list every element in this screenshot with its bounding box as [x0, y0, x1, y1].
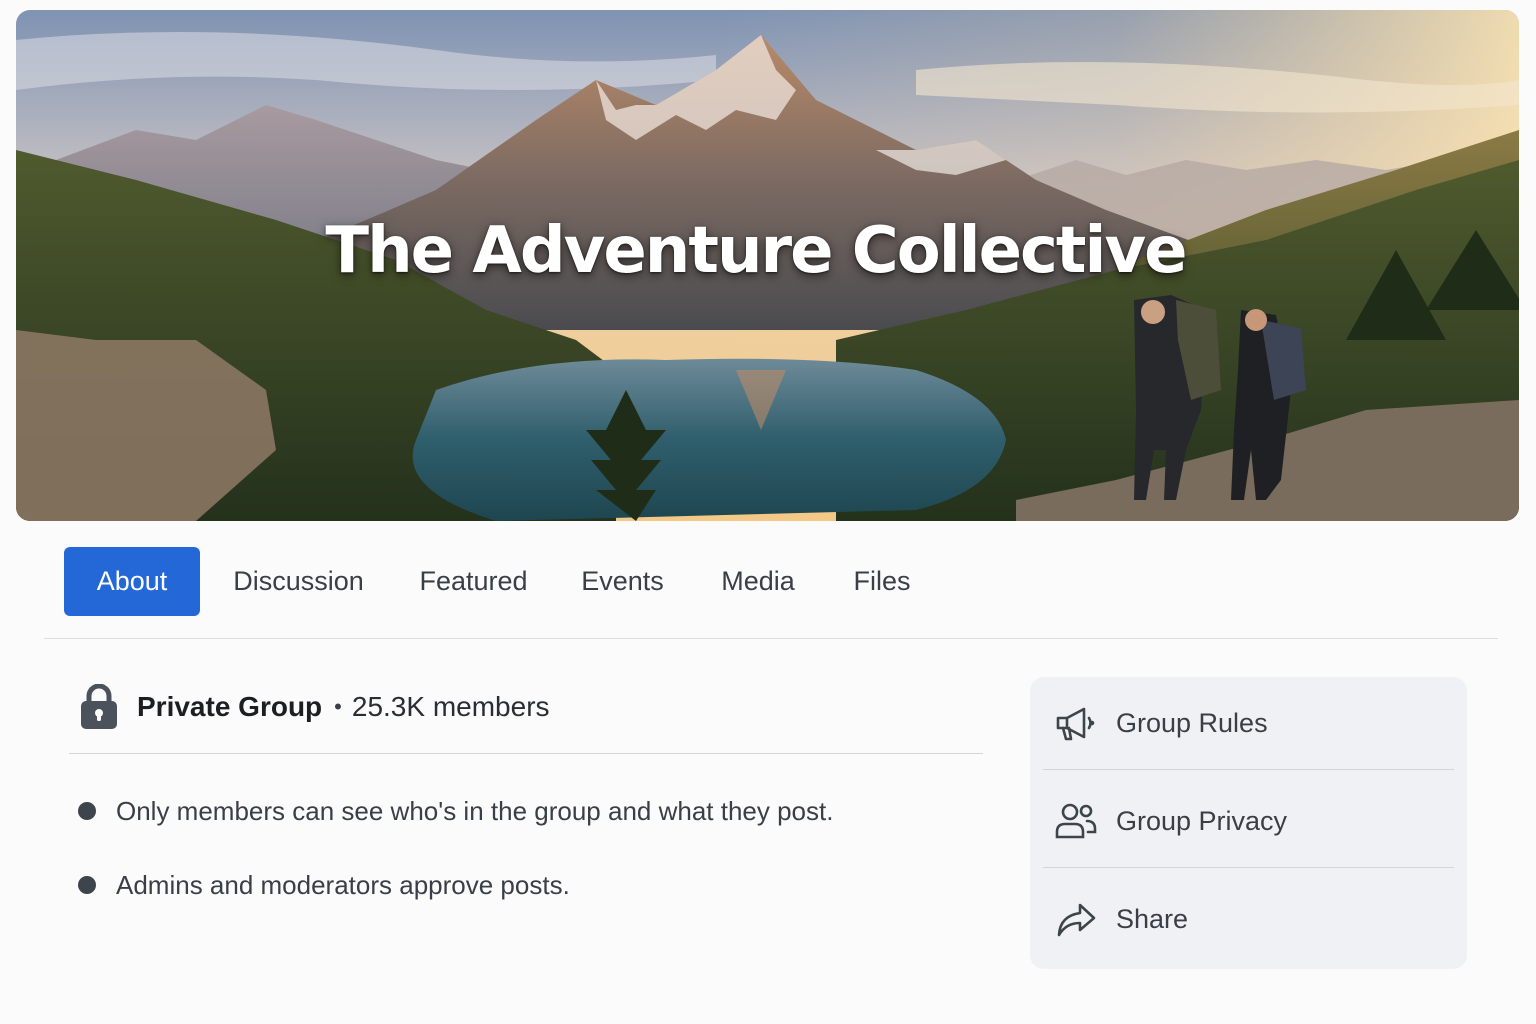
separator-dot: •	[334, 694, 342, 719]
share-arrow-icon	[1057, 903, 1096, 937]
member-count: 25.3K members	[351, 691, 550, 722]
group-title: The Adventure Collective	[325, 214, 1187, 288]
share-button[interactable]: Share	[1030, 873, 1467, 965]
group-privacy-label: Group Privacy	[1116, 805, 1288, 836]
panel-divider	[1043, 769, 1454, 770]
privacy-detail-text: Admins and moderators approve posts.	[116, 869, 570, 900]
list-item: Only members can see who's in the group …	[78, 790, 833, 832]
group-tabs: About Discussion Featured Events Media F…	[64, 547, 943, 616]
tabs-divider	[44, 638, 1498, 639]
panel-divider	[1043, 867, 1454, 868]
lock-icon	[81, 684, 117, 729]
share-label: Share	[1116, 903, 1189, 934]
megaphone-icon	[1056, 707, 1095, 741]
bullet-icon	[78, 802, 96, 820]
privacy-details-list: Only members can see who's in the group …	[78, 790, 833, 938]
privacy-divider	[69, 753, 983, 754]
privacy-summary: Private Group • 25.3K members	[80, 683, 550, 731]
cover-photo: The Adventure Collective	[16, 10, 1519, 521]
tab-media[interactable]: Media	[695, 547, 821, 616]
privacy-label: Private Group	[137, 691, 323, 722]
people-icon	[1055, 803, 1097, 839]
tab-about[interactable]: About	[64, 547, 200, 616]
tab-featured[interactable]: Featured	[397, 547, 550, 616]
privacy-detail-text: Only members can see who's in the group …	[116, 795, 834, 826]
tab-events[interactable]: Events	[550, 547, 695, 616]
group-actions-panel: Group Rules Group Privacy Share	[1030, 677, 1467, 969]
tab-discussion[interactable]: Discussion	[200, 547, 397, 616]
group-rules-label: Group Rules	[1116, 707, 1268, 738]
list-item: Admins and moderators approve posts.	[78, 864, 833, 906]
bullet-icon	[78, 876, 96, 894]
tab-files[interactable]: Files	[821, 547, 943, 616]
group-rules-button[interactable]: Group Rules	[1030, 677, 1467, 769]
group-privacy-button[interactable]: Group Privacy	[1030, 775, 1467, 867]
